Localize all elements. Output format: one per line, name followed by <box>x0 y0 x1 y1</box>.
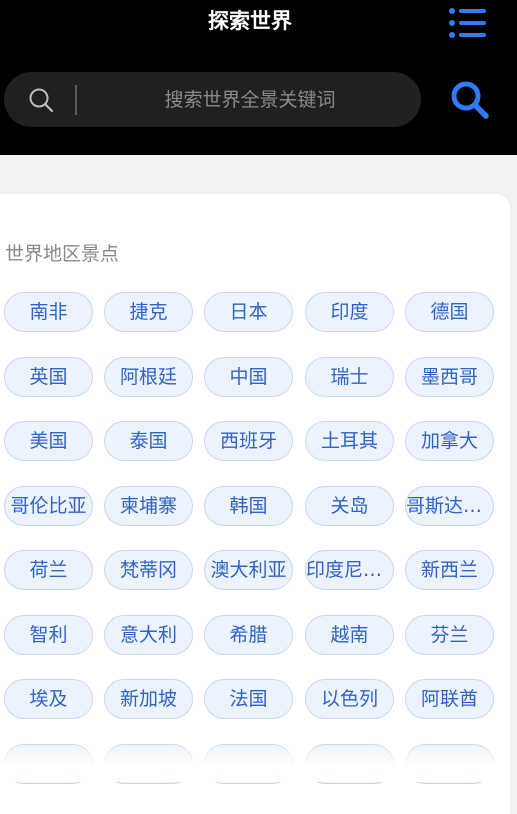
region-tag[interactable]: 中国 <box>204 357 293 397</box>
search-divider <box>75 85 77 115</box>
content-card: 世界地区景点 南非 捷克 日本 印度 德国英国 阿根廷 中国 瑞士 墨西哥美国 泰国 西班牙 土耳其加… <box>0 194 510 814</box>
region-tag[interactable]: 哥伦比亚 <box>4 486 93 526</box>
region-tag[interactable]: 土耳其 <box>305 421 394 461</box>
section-title: 世界地区景点 <box>5 243 120 265</box>
region-tag[interactable]: 荷兰 <box>4 550 93 590</box>
search-bar[interactable] <box>4 72 421 127</box>
region-tag[interactable]: 希腊 <box>204 615 293 655</box>
top-header: 探索世界 <box>0 0 517 155</box>
region-tag[interactable]: 哥斯达黎加 <box>405 486 494 526</box>
region-tag[interactable]: 韩国 <box>204 486 293 526</box>
region-tag[interactable]: 瑞士 <box>305 357 394 397</box>
page-title: 探索世界 <box>208 9 292 33</box>
region-tag[interactable]: 梵蒂冈 <box>104 550 193 590</box>
search-field-icon <box>29 88 54 113</box>
list-menu-icon[interactable] <box>448 6 488 42</box>
region-tag[interactable]: 美国 <box>4 421 93 461</box>
region-tag[interactable]: 英国 <box>4 357 93 397</box>
region-tag[interactable]: 南非 <box>4 292 93 332</box>
region-tag[interactable]: 印度尼西亚 <box>305 550 394 590</box>
region-tag[interactable]: 泰国 <box>104 421 193 461</box>
region-tag[interactable]: 日本 <box>204 292 293 332</box>
region-tag[interactable]: 意大利 <box>104 615 193 655</box>
region-tag[interactable]: 芬兰 <box>405 615 494 655</box>
region-tag[interactable]: 以色列 <box>305 679 394 719</box>
scroll-fade <box>0 742 510 782</box>
region-tag[interactable]: 捷克 <box>104 292 193 332</box>
region-tag[interactable]: 澳大利亚 <box>204 550 293 590</box>
region-tag[interactable]: 智利 <box>4 615 93 655</box>
search-button[interactable] <box>449 79 491 121</box>
region-tag[interactable]: 阿联酋 <box>405 679 494 719</box>
region-tag[interactable]: 德国 <box>405 292 494 332</box>
region-tag[interactable]: 埃及 <box>4 679 93 719</box>
region-tag[interactable]: 西班牙 <box>204 421 293 461</box>
region-tag[interactable]: 越南 <box>305 615 394 655</box>
region-tag[interactable]: 墨西哥 <box>405 357 494 397</box>
search-input[interactable] <box>89 80 411 120</box>
region-tag[interactable]: 新西兰 <box>405 550 494 590</box>
region-tag[interactable]: 印度 <box>305 292 394 332</box>
search-icon <box>451 81 489 119</box>
region-tag[interactable]: 新加坡 <box>104 679 193 719</box>
region-tag[interactable]: 法国 <box>204 679 293 719</box>
region-tag[interactable]: 加拿大 <box>405 421 494 461</box>
region-tag[interactable]: 关岛 <box>305 486 394 526</box>
region-tag[interactable]: 阿根廷 <box>104 357 193 397</box>
region-tag[interactable]: 柬埔寨 <box>104 486 193 526</box>
